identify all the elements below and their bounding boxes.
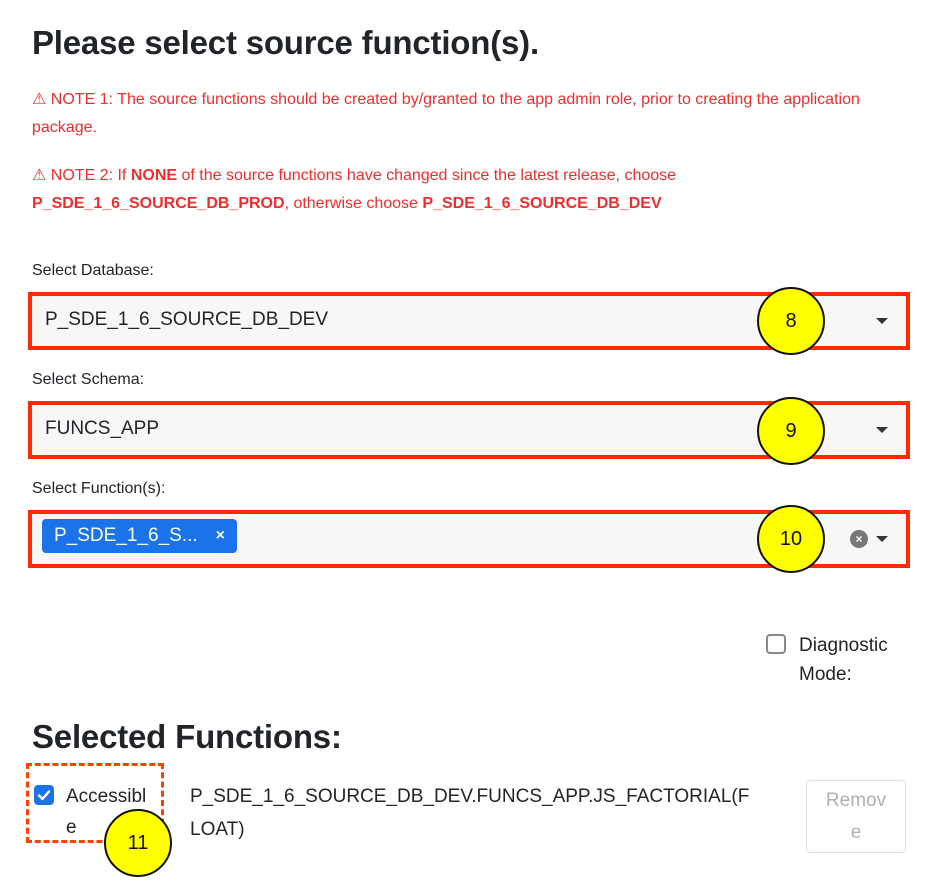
marker-9: 9: [757, 397, 825, 465]
accessible-checkbox[interactable]: [34, 785, 54, 805]
function-chip[interactable]: P_SDE_1_6_S... ×: [42, 519, 237, 553]
diagnostic-label-line2: Mode:: [799, 664, 852, 685]
note-2-middle: of the source functions have changed sin…: [177, 167, 677, 184]
accessible-label-line2: e: [66, 817, 77, 838]
marker-11: 11: [104, 809, 172, 877]
check-icon: [37, 790, 51, 801]
database-label: Select Database:: [32, 262, 154, 279]
schema-value: FUNCS_APP: [45, 418, 160, 439]
clear-icon[interactable]: ×: [850, 530, 868, 548]
chevron-down-icon: [876, 427, 888, 433]
note-2-dev-db: P_SDE_1_6_SOURCE_DB_DEV: [422, 195, 662, 212]
chevron-down-icon: [876, 536, 888, 542]
database-value: P_SDE_1_6_SOURCE_DB_DEV: [45, 309, 329, 330]
note-2: ⚠ NOTE 2: If NONE of the source function…: [32, 162, 872, 218]
note-1: ⚠ NOTE 1: The source functions should be…: [32, 86, 872, 142]
note-2-prefix: ⚠ NOTE 2: If: [32, 167, 131, 184]
note-1-text: ⚠ NOTE 1: The source functions should be…: [32, 91, 860, 136]
note-2-prod-db: P_SDE_1_6_SOURCE_DB_PROD: [32, 195, 285, 212]
function-name-line2: LOAT): [190, 819, 245, 840]
marker-8: 8: [757, 287, 825, 355]
note-2-otherwise: , otherwise choose: [284, 195, 423, 212]
function-chip-label: P_SDE_1_6_S...: [54, 525, 198, 546]
selected-functions-heading: Selected Functions:: [32, 718, 342, 755]
accessible-label-line1: Accessibl: [66, 786, 147, 807]
remove-label-line1: Remov: [825, 790, 887, 811]
diagnostic-mode-label: Diagnostic Mode:: [799, 631, 888, 689]
function-name: P_SDE_1_6_SOURCE_DB_DEV.FUNCS_APP.JS_FAC…: [190, 780, 749, 846]
note-2-none: NONE: [130, 167, 178, 184]
diagnostic-mode-checkbox[interactable]: [766, 634, 786, 654]
chip-remove-icon[interactable]: ×: [216, 519, 225, 553]
marker-10: 10: [757, 505, 825, 573]
diagnostic-label-line1: Diagnostic: [799, 635, 888, 656]
remove-button[interactable]: Remov e: [806, 780, 906, 853]
remove-label-line2: e: [850, 822, 862, 843]
function-name-line1: P_SDE_1_6_SOURCE_DB_DEV.FUNCS_APP.JS_FAC…: [190, 786, 750, 807]
functions-label: Select Function(s):: [32, 480, 166, 497]
page-title: Please select source function(s).: [32, 24, 539, 61]
chevron-down-icon: [876, 318, 888, 324]
schema-label: Select Schema:: [32, 371, 145, 388]
